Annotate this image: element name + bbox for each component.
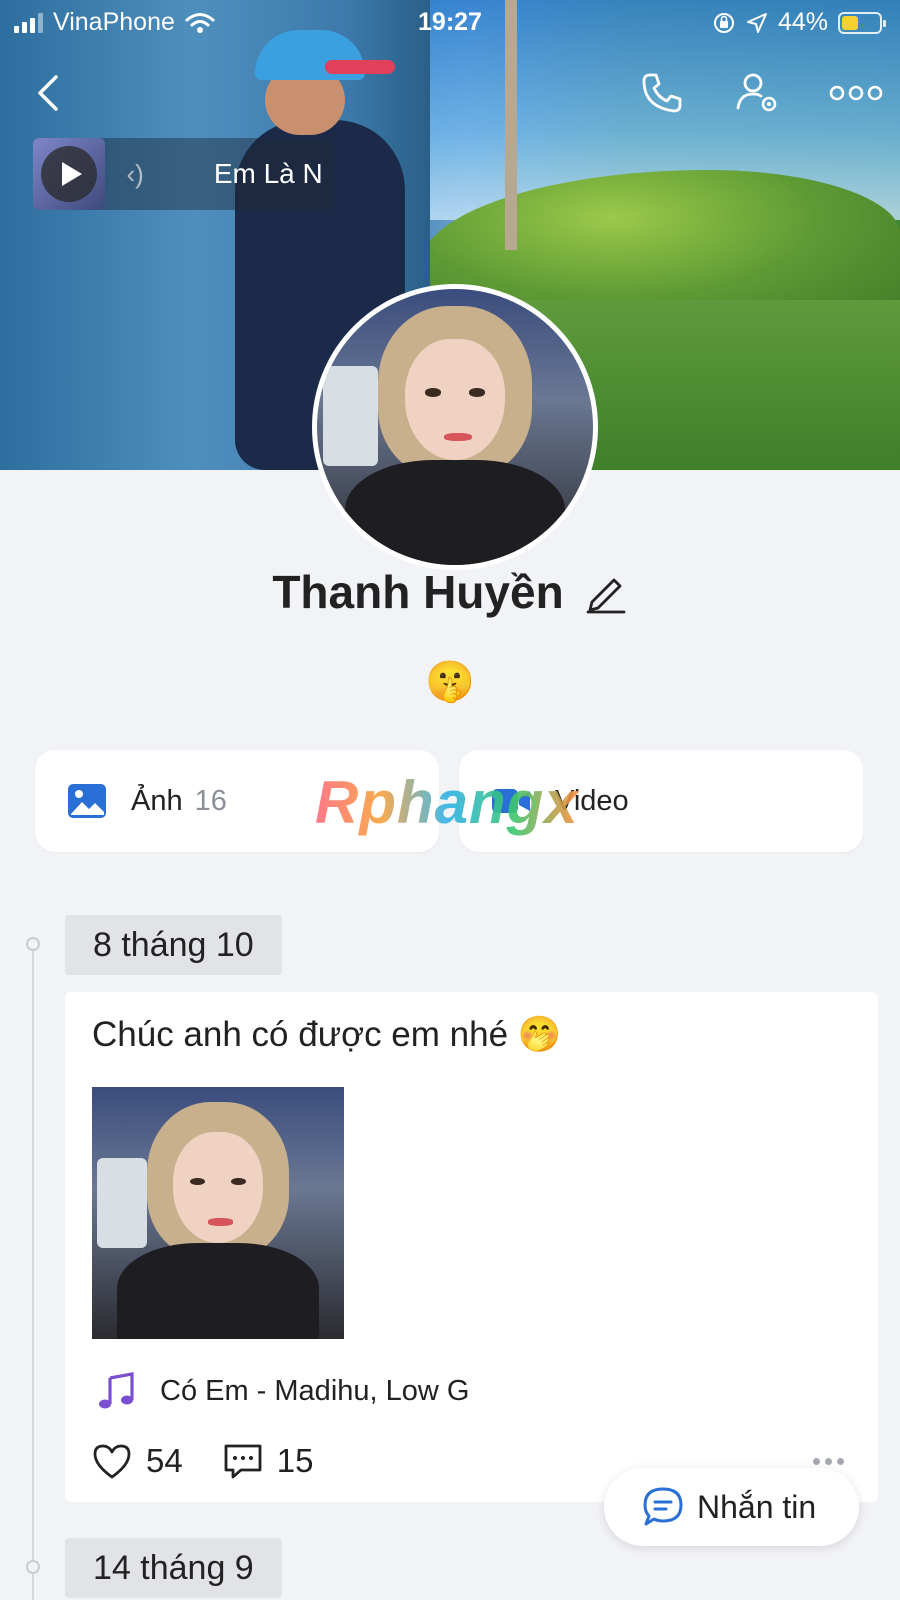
pencil-icon[interactable] bbox=[584, 570, 628, 614]
rotation-lock-icon bbox=[713, 12, 734, 33]
heart-icon bbox=[93, 1444, 131, 1479]
timeline-post[interactable]: Chúc anh có được em nhé 🤭 Có Em - Madihu… bbox=[65, 992, 878, 1502]
image-icon bbox=[68, 784, 106, 818]
sound-icon: ‹) bbox=[126, 158, 144, 189]
battery-icon bbox=[838, 11, 886, 34]
music-title: Em Là N bbox=[213, 158, 323, 189]
like-count: 54 bbox=[146, 1442, 183, 1479]
more-options-button[interactable] bbox=[826, 68, 886, 118]
comment-button[interactable]: 15 bbox=[223, 1442, 314, 1480]
call-button[interactable] bbox=[637, 68, 687, 118]
photos-count: 16 bbox=[194, 784, 227, 817]
music-thumbnail bbox=[33, 138, 105, 210]
avatar[interactable] bbox=[312, 284, 598, 570]
back-icon bbox=[38, 75, 58, 111]
timeline-dot bbox=[26, 937, 40, 951]
profile-name: Thanh Huyền bbox=[272, 566, 564, 618]
message-button[interactable]: Nhắn tin bbox=[604, 1468, 859, 1546]
post-more-button[interactable] bbox=[813, 1458, 844, 1465]
timeline-dot bbox=[26, 1560, 40, 1574]
watermark: Rphangx bbox=[315, 769, 579, 836]
profile-bio: 🤫 bbox=[425, 660, 475, 704]
back-button[interactable] bbox=[22, 68, 72, 118]
comment-count: 15 bbox=[276, 1442, 314, 1479]
like-button[interactable]: 54 bbox=[92, 1442, 183, 1480]
profile-music-player[interactable]: ‹) Em Là N bbox=[33, 138, 333, 210]
play-icon[interactable] bbox=[41, 146, 97, 202]
more-icon bbox=[829, 85, 883, 101]
status-bar: VinaPhone 19:27 44% bbox=[0, 0, 900, 46]
post-text: Chúc anh có được em nhé 🤭 bbox=[92, 1015, 562, 1054]
chat-icon bbox=[643, 1487, 683, 1526]
photos-label: Ảnh bbox=[131, 784, 183, 817]
avatar-image bbox=[317, 289, 593, 565]
profile-settings-button[interactable] bbox=[733, 68, 783, 118]
message-label: Nhắn tin bbox=[697, 1488, 817, 1525]
music-note-icon bbox=[99, 1372, 134, 1409]
phone-icon bbox=[642, 73, 682, 113]
post-photo[interactable] bbox=[92, 1087, 344, 1339]
user-settings-icon bbox=[736, 73, 777, 112]
timeline-line bbox=[32, 944, 34, 1600]
post-song[interactable]: Có Em - Madihu, Low G bbox=[98, 1372, 469, 1410]
comment-icon bbox=[224, 1444, 262, 1479]
battery-percent: 44% bbox=[777, 8, 828, 36]
song-title: Có Em - Madihu, Low G bbox=[160, 1374, 470, 1407]
location-icon bbox=[746, 12, 767, 33]
timeline-date: 14 tháng 9 bbox=[65, 1538, 282, 1598]
timeline-date: 8 tháng 10 bbox=[65, 915, 282, 975]
